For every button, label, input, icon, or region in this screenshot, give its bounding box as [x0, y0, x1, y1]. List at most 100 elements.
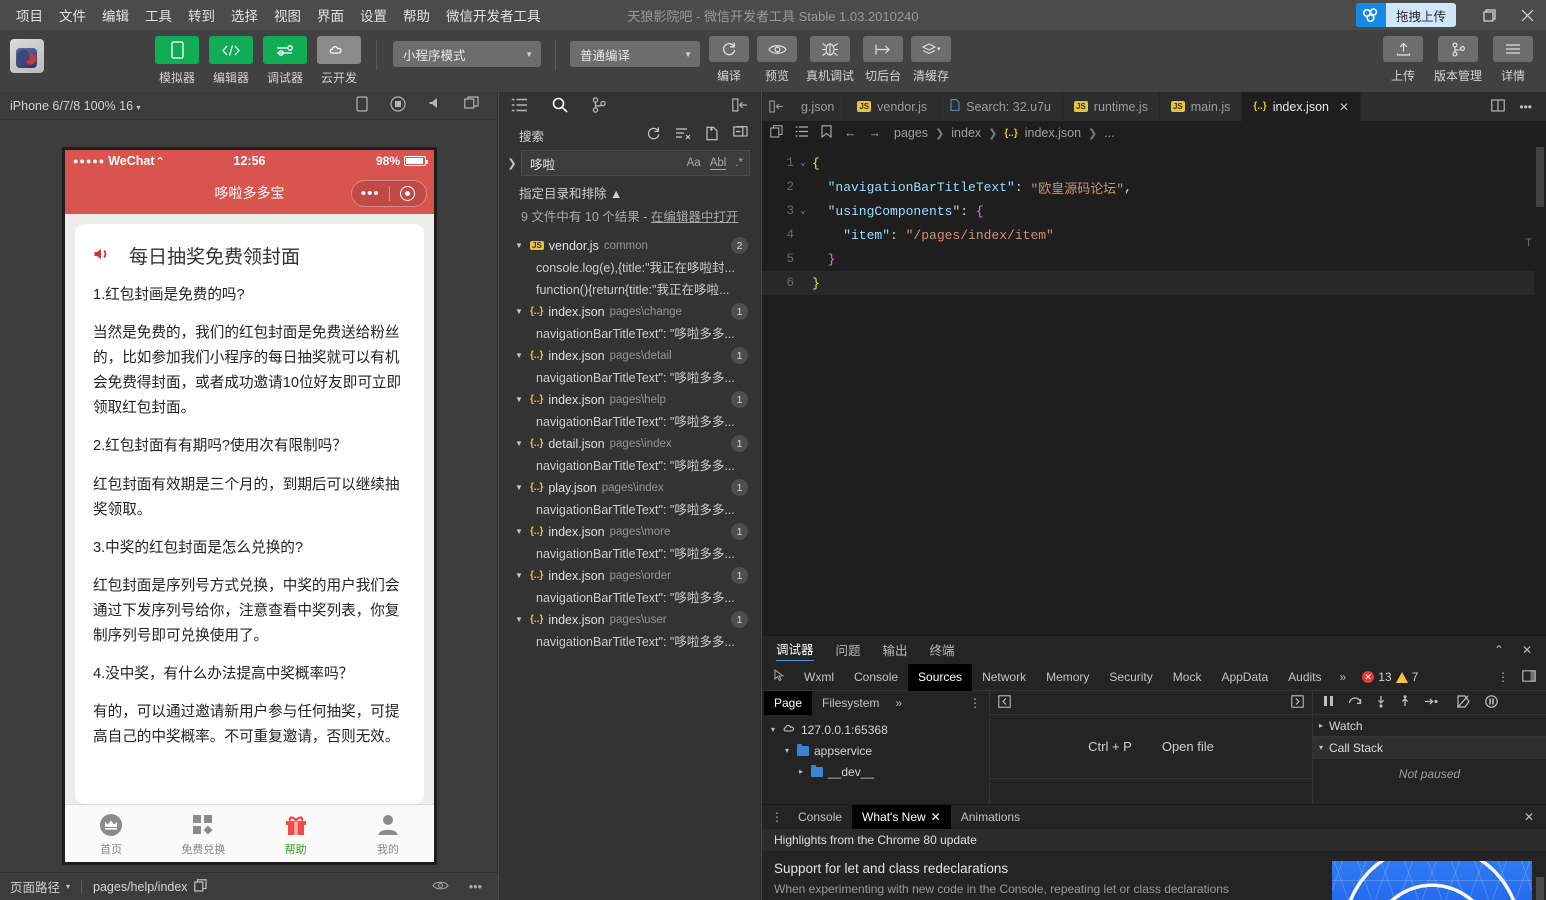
step-icon[interactable] — [1424, 696, 1438, 710]
eye-icon[interactable] — [432, 880, 449, 894]
devtools-tab-appdata[interactable]: AppData — [1211, 664, 1278, 691]
drawer-scrollbar[interactable] — [1536, 877, 1544, 900]
close-tab-icon[interactable]: ✕ — [1339, 100, 1349, 114]
result-match-line[interactable]: navigationBarTitleText": "哆啦多多... — [499, 631, 760, 653]
drawer-menu-icon[interactable]: ⋮ — [766, 810, 788, 824]
tab-mine[interactable]: 我的 — [342, 811, 434, 857]
open-in-editor-link[interactable]: 在编辑器中打开 — [651, 210, 739, 224]
collapse-all-icon[interactable] — [733, 126, 748, 144]
chevron-right-icon[interactable]: ❯ — [503, 157, 521, 170]
menu-item-file[interactable]: 文件 — [51, 1, 94, 29]
tab-free-exchange[interactable]: 免费兑换 — [157, 811, 249, 857]
search-icon[interactable] — [552, 97, 568, 116]
result-match-line[interactable]: navigationBarTitleText": "哆啦多多... — [499, 587, 760, 609]
devtools-tab-security[interactable]: Security — [1099, 664, 1162, 691]
menu-item-select[interactable]: 选择 — [223, 1, 266, 29]
devtools-tab-memory[interactable]: Memory — [1036, 664, 1099, 691]
restore-window-icon[interactable] — [1470, 0, 1508, 30]
collapse-icon[interactable]: ⌃ — [1494, 643, 1504, 657]
editor-tab-index-json[interactable]: {..} index.json ✕ — [1242, 92, 1361, 121]
back-arrow-icon[interactable]: ← — [844, 126, 857, 140]
devtools-tab-mock[interactable]: Mock — [1163, 664, 1212, 691]
version-control-button[interactable]: 版本管理 — [1432, 36, 1484, 84]
editor-tab-main-js[interactable]: JS main.js — [1160, 92, 1242, 121]
copy-icon[interactable] — [194, 879, 207, 895]
tab-home[interactable]: 首页 — [65, 811, 157, 857]
step-over-icon[interactable] — [1348, 695, 1362, 710]
device-select[interactable]: iPhone 6/7/8 100% 16 ▾ — [10, 99, 141, 113]
tab-problems[interactable]: 问题 — [836, 640, 861, 661]
drawer-tab-whats-new[interactable]: What's New ✕ — [852, 805, 951, 829]
twisty-icon[interactable]: ▸ — [796, 767, 806, 776]
menu-item-devtools[interactable]: 微信开发者工具 — [438, 1, 549, 29]
capsule-close-icon[interactable] — [390, 186, 427, 201]
tree-item[interactable]: ▸ __dev__ — [762, 761, 989, 782]
devtools-tab-wxml[interactable]: Wxml — [794, 664, 844, 691]
result-match-line[interactable]: function(){return{title:"我正在哆啦... — [499, 279, 760, 301]
result-file-row[interactable]: ▼ {..} detail.json pages\index 1 — [499, 433, 760, 455]
result-match-line[interactable]: navigationBarTitleText": "哆啦多多... — [499, 455, 760, 477]
twisty-icon[interactable]: ▼ — [515, 527, 525, 536]
background-button[interactable]: 切后台 — [862, 36, 904, 84]
cloud-dev-toggle-button[interactable]: 云开发 — [316, 36, 362, 86]
details-button[interactable]: 详情 — [1492, 36, 1534, 84]
twisty-icon[interactable]: ▼ — [515, 307, 525, 316]
devtools-tab-console[interactable]: Console — [844, 664, 908, 691]
simulator-toggle-button[interactable]: 模拟器 — [154, 36, 200, 86]
mode-select[interactable]: 小程序模式 ▼ — [393, 41, 541, 67]
outline-icon[interactable] — [795, 126, 809, 140]
menu-item-goto[interactable]: 转到 — [180, 1, 223, 29]
collapse-panel-icon[interactable] — [732, 98, 748, 115]
result-match-line[interactable]: navigationBarTitleText": "哆啦多多... — [499, 499, 760, 521]
twisty-icon[interactable]: ▼ — [515, 615, 525, 624]
result-match-line[interactable]: navigationBarTitleText": "哆啦多多... — [499, 323, 760, 345]
whole-word-icon[interactable]: Abl — [710, 157, 727, 170]
fold-icon[interactable]: ⌄ — [794, 206, 812, 216]
result-match-line[interactable]: console.log(e),{title:"我正在哆啦封... — [499, 257, 760, 279]
dock-icon[interactable] — [1522, 670, 1536, 685]
more-vertical-icon[interactable]: ⋮ — [1497, 670, 1509, 685]
breadcrumb-item-file[interactable]: index.json — [1025, 126, 1081, 140]
result-file-row[interactable]: ▼ {..} index.json pages\change 1 — [499, 301, 760, 323]
search-input[interactable]: 哆啦 Aa Abl .* — [521, 150, 750, 176]
tab-debugger[interactable]: 调试器 — [776, 639, 814, 661]
menu-item-project[interactable]: 项目 — [8, 1, 51, 29]
result-match-line[interactable]: navigationBarTitleText": "哆啦多多... — [499, 411, 760, 433]
show-navigator-icon[interactable] — [998, 695, 1011, 711]
menu-item-edit[interactable]: 编辑 — [94, 1, 137, 29]
twisty-icon[interactable]: ▼ — [515, 439, 525, 448]
preview-button[interactable]: 预览 — [756, 36, 798, 84]
toggle-sidebar-icon[interactable] — [762, 92, 790, 121]
fold-icon[interactable]: ⌄ — [794, 158, 812, 168]
tree-item[interactable]: ▾ 127.0.0.1:65368 — [762, 719, 989, 740]
editor-tab-vendor-js[interactable]: JS vendor.js — [846, 92, 939, 121]
tab-help[interactable]: 帮助 — [250, 811, 342, 857]
more-icon[interactable]: ••• — [469, 880, 482, 894]
breadcrumb-item-index[interactable]: index — [951, 126, 981, 140]
editor-tab-runtime-js[interactable]: JS runtime.js — [1063, 92, 1160, 121]
step-into-icon[interactable] — [1376, 695, 1386, 711]
tab-output[interactable]: 输出 — [883, 640, 908, 661]
result-file-row[interactable]: ▼ {..} index.json pages\user 1 — [499, 609, 760, 631]
editor-toggle-button[interactable]: 编辑器 — [208, 36, 254, 86]
devtools-tab-network[interactable]: Network — [972, 664, 1036, 691]
result-file-row[interactable]: ▼ {..} play.json pages\index 1 — [499, 477, 760, 499]
twisty-icon[interactable]: ▾ — [768, 725, 778, 734]
pause-icon[interactable] — [1323, 695, 1334, 710]
editor-tab-g-json[interactable]: g.json — [790, 92, 846, 121]
remote-debug-button[interactable]: 真机调试 — [804, 36, 856, 84]
show-debugger-icon[interactable] — [1291, 695, 1304, 711]
tab-terminal[interactable]: 终端 — [930, 640, 955, 661]
drawer-close-icon[interactable]: ✕ — [1524, 810, 1546, 824]
inspect-element-icon[interactable] — [766, 669, 794, 685]
sources-tab-page[interactable]: Page — [764, 691, 812, 715]
close-icon[interactable]: ✕ — [1522, 643, 1532, 657]
twisty-icon[interactable]: ▼ — [515, 351, 525, 360]
menu-item-tools[interactable]: 工具 — [137, 1, 180, 29]
close-icon[interactable]: ✕ — [931, 810, 941, 824]
include-exclude-toggle[interactable]: 指定目录和排除 ▲ — [499, 176, 760, 206]
new-file-icon[interactable] — [705, 126, 719, 144]
more-tabs-icon[interactable]: » — [889, 696, 908, 710]
breadcrumb-item-more[interactable]: ... — [1104, 126, 1114, 140]
drawer-tab-console[interactable]: Console — [788, 805, 852, 829]
